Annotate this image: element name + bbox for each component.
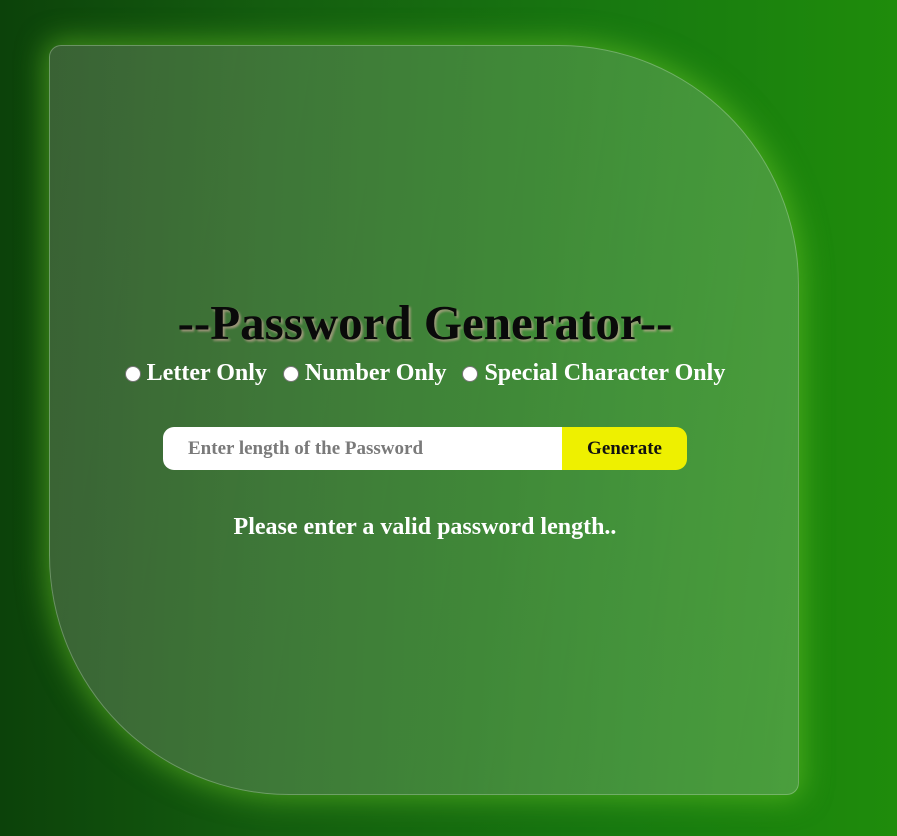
option-number-only[interactable]: Number Only bbox=[282, 360, 447, 387]
letter-only-radio[interactable] bbox=[124, 365, 141, 382]
option-label: Special Character Only bbox=[484, 360, 726, 386]
number-only-radio[interactable] bbox=[282, 365, 299, 382]
generator-card: --Password Generator-- Letter Only Numbe… bbox=[49, 45, 799, 795]
option-label: Number Only bbox=[304, 360, 447, 386]
special-character-only-radio[interactable] bbox=[462, 365, 479, 382]
option-special-character-only[interactable]: Special Character Only bbox=[462, 360, 725, 387]
option-group: Letter Only Number Only Special Characte… bbox=[50, 360, 800, 389]
option-label: Letter Only bbox=[146, 360, 267, 386]
option-letter-only[interactable]: Letter Only bbox=[124, 360, 267, 387]
password-length-input[interactable] bbox=[163, 427, 562, 470]
status-message: Please enter a valid password length.. bbox=[233, 514, 617, 540]
length-input-row: Generate bbox=[163, 427, 687, 470]
generate-button[interactable]: Generate bbox=[562, 427, 687, 470]
page-title: --Password Generator-- bbox=[177, 295, 673, 350]
